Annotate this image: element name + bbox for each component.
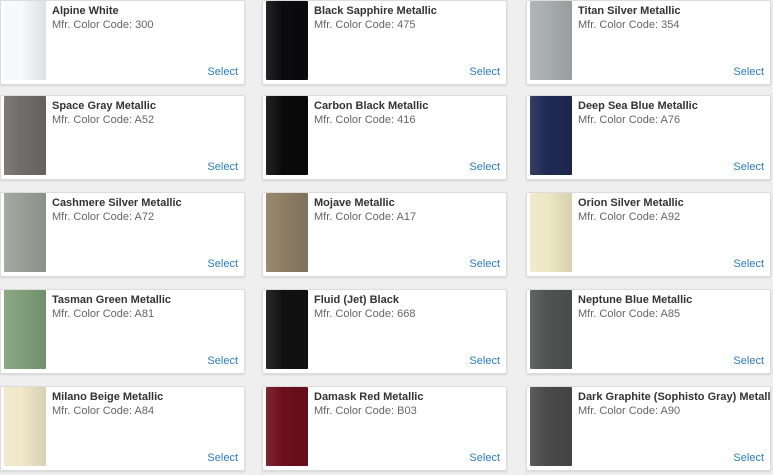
color-swatch (266, 290, 308, 369)
color-card[interactable]: Carbon Black Metallic Mfr. Color Code: 41… (262, 95, 507, 180)
color-options-grid: Alpine White Mfr. Color Code: 300 Select Bl… (0, 0, 773, 475)
select-link[interactable]: Select (733, 258, 764, 270)
color-card[interactable]: Titan Silver Metallic Mfr. Color Code: 35… (526, 0, 771, 85)
color-name: Cashmere Silver Metallic (52, 197, 182, 209)
color-name: Titan Silver Metallic (578, 5, 681, 17)
color-card[interactable]: Cashmere Silver Metallic Mfr. Color Code:… (0, 192, 245, 277)
color-swatch (530, 193, 572, 272)
color-code: Mfr. Color Code: A81 (52, 308, 155, 320)
color-code: Mfr. Color Code: A92 (578, 211, 681, 223)
color-swatch (530, 290, 572, 369)
select-link[interactable]: Select (469, 66, 500, 78)
color-name: Damask Red Metallic (314, 391, 424, 403)
color-name: Tasman Green Metallic (52, 294, 172, 306)
select-link[interactable]: Select (733, 66, 764, 78)
color-card[interactable]: Mojave Metallic Mfr. Color Code: A17 Selec… (262, 192, 507, 277)
color-name: Fluid (Jet) Black (314, 294, 399, 306)
color-name: Alpine White (52, 5, 119, 17)
select-link[interactable]: Select (207, 258, 238, 270)
color-card[interactable]: Deep Sea Blue Metallic Mfr. Color Code: A… (526, 95, 771, 180)
select-link[interactable]: Select (733, 452, 764, 464)
color-swatch (4, 1, 46, 80)
color-swatch (530, 1, 572, 80)
select-link[interactable]: Select (733, 355, 764, 367)
color-code: Mfr. Color Code: A84 (52, 405, 155, 417)
color-name: Milano Beige Metallic (52, 391, 164, 403)
color-code: Mfr. Color Code: B03 (314, 405, 417, 417)
color-code: Mfr. Color Code: 354 (578, 19, 680, 31)
color-code: Mfr. Color Code: A76 (578, 114, 681, 126)
color-card[interactable]: Damask Red Metallic Mfr. Color Code: B03 S… (262, 386, 507, 471)
color-card[interactable]: Dark Graphite (Sophisto Gray) Metallic Mf… (526, 386, 771, 471)
color-code: Mfr. Color Code: A72 (52, 211, 155, 223)
color-card[interactable]: Black Sapphire Metallic Mfr. Color Code: … (262, 0, 507, 85)
color-name: Black Sapphire Metallic (314, 5, 437, 17)
color-code: Mfr. Color Code: 300 (52, 19, 154, 31)
color-swatch (4, 193, 46, 272)
color-card[interactable]: Neptune Blue Metallic Mfr. Color Code: A8… (526, 289, 771, 374)
select-link[interactable]: Select (207, 66, 238, 78)
color-code: Mfr. Color Code: A85 (578, 308, 681, 320)
color-name: Space Gray Metallic (52, 100, 156, 112)
color-swatch (266, 387, 308, 466)
color-code: Mfr. Color Code: 475 (314, 19, 416, 31)
color-card[interactable]: Fluid (Jet) Black Mfr. Color Code: 668 Sel… (262, 289, 507, 374)
color-card[interactable]: Orion Silver Metallic Mfr. Color Code: A9… (526, 192, 771, 277)
select-link[interactable]: Select (469, 452, 500, 464)
color-name: Orion Silver Metallic (578, 197, 684, 209)
color-code: Mfr. Color Code: A17 (314, 211, 417, 223)
color-swatch (266, 193, 308, 272)
select-link[interactable]: Select (469, 355, 500, 367)
color-name: Neptune Blue Metallic (578, 294, 693, 306)
select-link[interactable]: Select (207, 355, 238, 367)
select-link[interactable]: Select (469, 161, 500, 173)
color-code: Mfr. Color Code: 668 (314, 308, 416, 320)
color-name: Dark Graphite (Sophisto Gray) Metallic (578, 391, 771, 403)
color-name: Deep Sea Blue Metallic (578, 100, 698, 112)
color-card[interactable]: Tasman Green Metallic Mfr. Color Code: A8… (0, 289, 245, 374)
color-card[interactable]: Space Gray Metallic Mfr. Color Code: A52 S… (0, 95, 245, 180)
color-swatch (4, 387, 46, 466)
select-link[interactable]: Select (469, 258, 500, 270)
color-swatch (4, 96, 46, 175)
color-swatch (266, 1, 308, 80)
color-name: Carbon Black Metallic (314, 100, 429, 112)
color-code: Mfr. Color Code: A52 (52, 114, 155, 126)
color-code: Mfr. Color Code: A90 (578, 405, 681, 417)
color-swatch (530, 387, 572, 466)
color-swatch (266, 96, 308, 175)
color-swatch (4, 290, 46, 369)
color-card[interactable]: Milano Beige Metallic Mfr. Color Code: A8… (0, 386, 245, 471)
color-code: Mfr. Color Code: 416 (314, 114, 416, 126)
color-name: Mojave Metallic (314, 197, 395, 209)
select-link[interactable]: Select (733, 161, 764, 173)
color-swatch (530, 96, 572, 175)
color-card[interactable]: Alpine White Mfr. Color Code: 300 Select (0, 0, 245, 85)
select-link[interactable]: Select (207, 161, 238, 173)
select-link[interactable]: Select (207, 452, 238, 464)
